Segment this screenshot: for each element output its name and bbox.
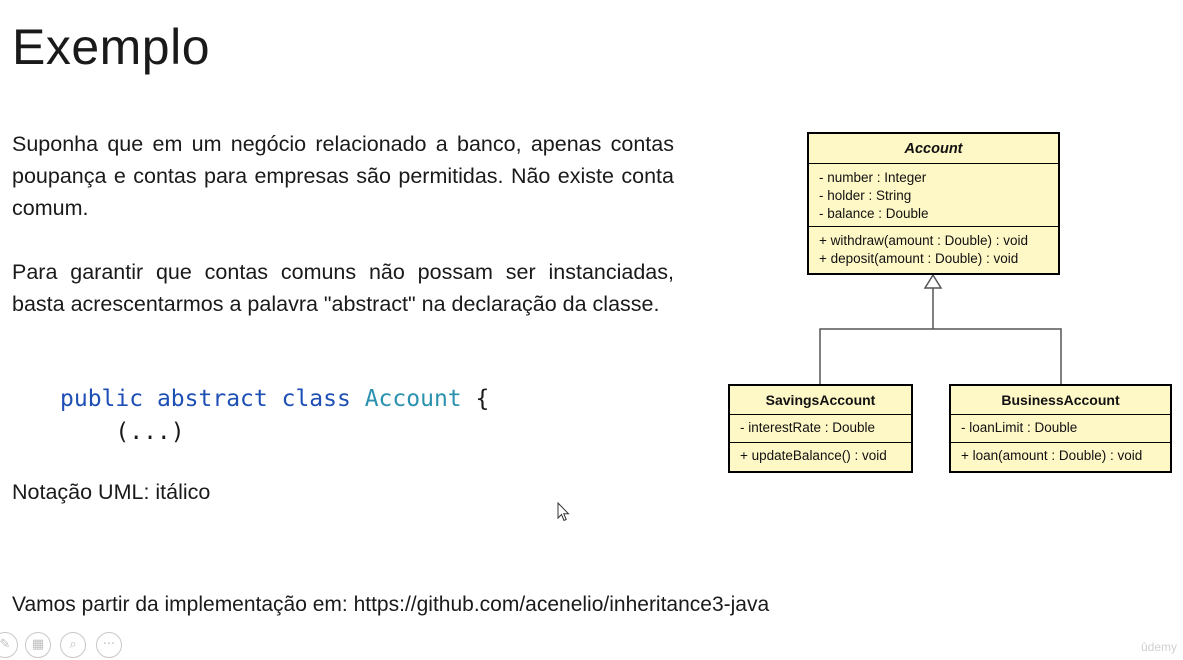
- uml-class-name: SavingsAccount: [730, 386, 911, 415]
- uml-attributes: - loanLimit : Double: [951, 415, 1170, 443]
- uml-attribute: - balance : Double: [819, 206, 929, 221]
- uml-attribute: - interestRate : Double: [740, 420, 876, 435]
- inheritance-arrowhead-icon: [923, 273, 943, 289]
- uml-attributes: - interestRate : Double: [730, 415, 911, 443]
- uml-operations: + loan(amount : Double) : void: [951, 443, 1170, 468]
- inheritance-branch-line: [819, 328, 1062, 384]
- uml-attributes: - number : Integer - holder : String - b…: [809, 164, 1058, 227]
- uml-attribute: - loanLimit : Double: [961, 420, 1078, 435]
- zoom-icon[interactable]: ⌕: [60, 632, 86, 658]
- uml-class-business-account: BusinessAccount - loanLimit : Double + l…: [949, 384, 1172, 473]
- uml-operation: + loan(amount : Double) : void: [961, 448, 1143, 463]
- slides-icon[interactable]: ▦: [25, 632, 51, 658]
- uml-generalization-connectors: [819, 273, 1062, 384]
- slide: Exemplo Suponha que em um negócio relaci…: [0, 0, 1183, 660]
- more-icon[interactable]: ···: [96, 632, 122, 658]
- uml-operation: + deposit(amount : Double) : void: [819, 251, 1019, 266]
- uml-class-name: BusinessAccount: [951, 386, 1170, 415]
- uml-class-account: Account - number : Integer - holder : St…: [807, 132, 1060, 275]
- uml-operations: + withdraw(amount : Double) : void + dep…: [809, 227, 1058, 271]
- brand-watermark: ûdemy: [1140, 640, 1177, 654]
- uml-operation: + updateBalance() : void: [740, 448, 887, 463]
- uml-operation: + withdraw(amount : Double) : void: [819, 233, 1028, 248]
- uml-attribute: - holder : String: [819, 188, 912, 203]
- uml-class-savings-account: SavingsAccount - interestRate : Double +…: [728, 384, 913, 473]
- mouse-cursor-icon: [557, 502, 570, 522]
- uml-attribute: - number : Integer: [819, 170, 927, 185]
- uml-operations: + updateBalance() : void: [730, 443, 911, 468]
- uml-class-name: Account: [809, 134, 1058, 164]
